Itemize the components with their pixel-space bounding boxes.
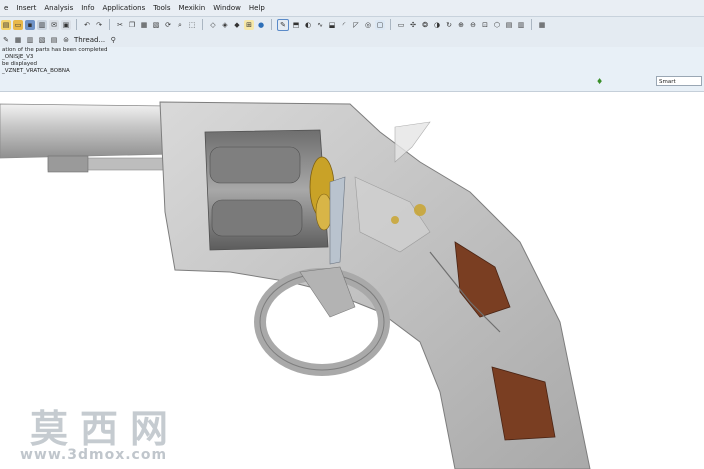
shading-icon[interactable]: ◑ — [432, 20, 442, 30]
datum-plane-icon[interactable]: ◇ — [208, 20, 218, 30]
toolbar-secondary: ✎ ▦ ▥ ▧ ▤ ⊜ Thread... ⚲ — [0, 32, 704, 48]
select-box-icon[interactable]: ⬚ — [187, 20, 197, 30]
undo-icon[interactable]: ↶ — [82, 20, 92, 30]
cut-icon[interactable]: ✂ — [115, 20, 125, 30]
chamfer-icon[interactable]: ◸ — [351, 20, 361, 30]
separator — [109, 19, 110, 30]
watermark-url: www.3dmox.com — [20, 447, 168, 463]
sketch-icon[interactable]: ✎ — [277, 18, 289, 31]
watermark-title: 莫西网 — [30, 406, 181, 451]
email-icon[interactable]: ✉ — [49, 19, 59, 30]
datum-axis-icon[interactable]: ◈ — [220, 20, 230, 30]
relations-icon[interactable]: ▥ — [25, 35, 35, 45]
menu-window[interactable]: Window — [209, 0, 245, 16]
menu-insert[interactable]: Insert — [12, 0, 40, 16]
zoom-in-icon[interactable]: ⊕ — [456, 20, 466, 30]
menu-tools[interactable]: Tools — [149, 0, 174, 16]
status-light-icon: ♦ — [596, 77, 604, 86]
print-icon[interactable]: ▥ — [37, 19, 47, 30]
message-line: ation of the parts has been completed — [2, 47, 108, 53]
hole-icon[interactable]: ◎ — [363, 20, 373, 30]
window-icon[interactable]: ▣ — [61, 19, 71, 30]
separator — [202, 19, 203, 30]
thread-button-label[interactable]: Thread... — [74, 36, 105, 44]
extrude-icon[interactable]: ⬒ — [291, 20, 301, 30]
menu-applications[interactable]: Applications — [98, 0, 149, 16]
parameters-icon[interactable]: ▧ — [37, 35, 47, 45]
edit-definition-icon[interactable]: ✎ — [1, 35, 11, 45]
separator — [76, 19, 77, 30]
menu-edit[interactable]: e — [0, 0, 12, 16]
csys-icon[interactable]: ⊞ — [244, 19, 254, 30]
revolve-icon[interactable]: ◐ — [303, 20, 313, 30]
toolbar-main: ▤ ▭ ▪ ▥ ✉ ▣ ↶ ↷ ✂ ❐ ▦ ▧ ⟳ ⌕ ⬚ ◇ ◈ ◆ ⊞ ● … — [0, 17, 704, 32]
paste-special-icon[interactable]: ▧ — [151, 20, 161, 30]
open-folder-icon[interactable]: ▭ — [13, 19, 23, 30]
redo-icon[interactable]: ↷ — [94, 20, 104, 30]
family-table-icon[interactable]: ▤ — [49, 35, 59, 45]
thread-icon[interactable]: ⊜ — [61, 35, 71, 45]
model-tree-icon[interactable]: ▦ — [537, 20, 547, 30]
cosmetic-icon[interactable]: ⚲ — [108, 35, 118, 45]
regenerate-icon[interactable]: ⟳ — [163, 20, 173, 30]
table-icon[interactable]: ▦ — [13, 35, 23, 45]
separator — [390, 19, 391, 30]
view-manager-icon[interactable]: ✣ — [408, 20, 418, 30]
message-line: _ONISJE_V3 — [2, 54, 34, 60]
layers-icon[interactable]: ▥ — [516, 20, 526, 30]
message-line: be displayed — [2, 61, 38, 67]
shell-icon[interactable]: ▢ — [375, 19, 385, 30]
separator — [271, 19, 272, 30]
round-icon[interactable]: ◜ — [339, 20, 349, 30]
paste-icon[interactable]: ▦ — [139, 20, 149, 30]
saved-views-icon[interactable]: ▤ — [504, 20, 514, 30]
annotation-icon[interactable]: ● — [256, 20, 266, 30]
copy-icon[interactable]: ❐ — [127, 20, 137, 30]
zoom-out-icon[interactable]: ⊖ — [468, 20, 478, 30]
menu-bar: e Insert Analysis Info Applications Tool… — [0, 0, 704, 17]
orient-icon[interactable]: ⬡ — [492, 20, 502, 30]
menu-help[interactable]: Help — [245, 0, 269, 16]
repaint-icon[interactable]: ▭ — [396, 20, 406, 30]
separator — [531, 19, 532, 30]
datum-point-icon[interactable]: ◆ — [232, 20, 242, 30]
selection-filter-select[interactable]: Smart — [656, 76, 702, 86]
refit-icon[interactable]: ⊡ — [480, 20, 490, 30]
message-line: _VZNET_VRATCA_BOBNA — [2, 68, 70, 74]
save-icon[interactable]: ▪ — [25, 19, 35, 30]
find-icon[interactable]: ⌕ — [175, 20, 185, 30]
menu-analysis[interactable]: Analysis — [40, 0, 77, 16]
blend-icon[interactable]: ⬓ — [327, 20, 337, 30]
sweep-icon[interactable]: ∿ — [315, 20, 325, 30]
new-file-icon[interactable]: ▤ — [1, 19, 11, 30]
menu-info[interactable]: Info — [77, 0, 98, 16]
display-style-icon[interactable]: ❂ — [420, 20, 430, 30]
menu-mexikin[interactable]: Mexikin — [175, 0, 210, 16]
spin-center-icon[interactable]: ↻ — [444, 20, 454, 30]
